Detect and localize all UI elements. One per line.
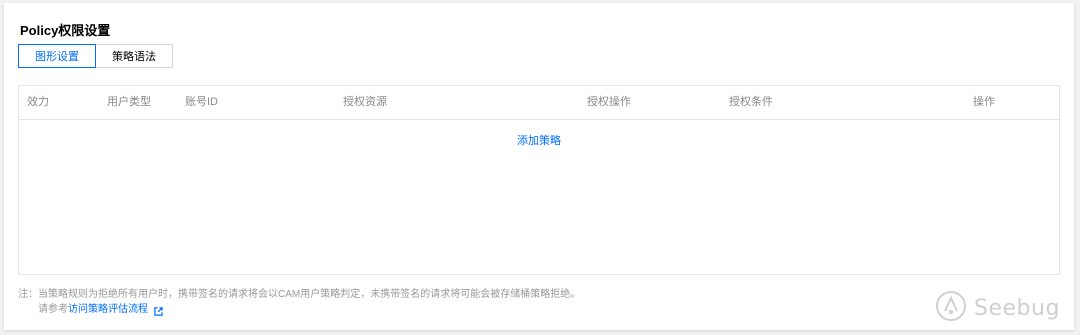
column-header-action: 授权操作	[587, 96, 631, 108]
evaluation-flow-link[interactable]: 访问策略评估流程	[68, 302, 148, 318]
external-link-icon[interactable]	[154, 306, 163, 316]
add-policy-link[interactable]: 添加策略	[19, 132, 1059, 148]
reference-note: 请参考 访问策略评估流程	[38, 302, 163, 318]
tab-bar: 图形设置 策略语法	[18, 44, 173, 68]
tab-graphic-settings[interactable]: 图形设置	[18, 44, 96, 68]
tab-policy-syntax[interactable]: 策略语法	[95, 44, 173, 68]
watermark-text: Seebug	[974, 296, 1060, 321]
seebug-logo-icon	[934, 289, 968, 328]
table-header: 效力 用户类型 账号ID 授权资源 授权操作 授权条件 操作	[19, 86, 1059, 120]
column-header-condition: 授权条件	[729, 96, 773, 108]
column-header-effect: 效力	[27, 96, 49, 108]
policy-settings-panel: Policy权限设置 图形设置 策略语法 效力 用户类型 账号ID 授权资源 授…	[4, 3, 1074, 330]
column-header-operation: 操作	[973, 96, 995, 108]
page-title: Policy权限设置	[20, 23, 111, 38]
watermark: Seebug	[934, 289, 1060, 328]
column-header-account-id: 账号ID	[185, 96, 218, 108]
column-header-user-type: 用户类型	[107, 96, 151, 108]
policy-note: 注：当策略规则为拒绝所有用户时，携带签名的请求将会以CAM用户策略判定，未携带签…	[18, 289, 581, 300]
policy-table: 效力 用户类型 账号ID 授权资源 授权操作 授权条件 操作 添加策略	[18, 85, 1060, 275]
reference-prefix: 请参考	[38, 304, 68, 315]
column-header-resource: 授权资源	[343, 96, 387, 108]
